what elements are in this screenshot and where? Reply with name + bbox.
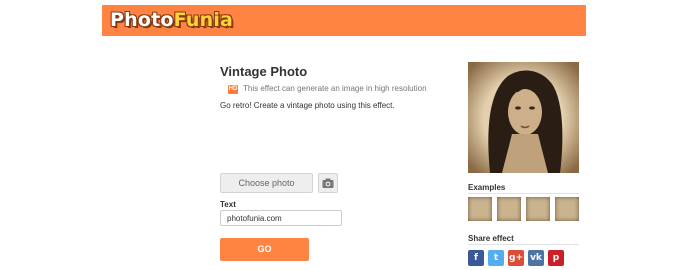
- text-field-label: Text: [220, 200, 236, 209]
- twitter-share-button[interactable]: t: [488, 250, 504, 266]
- choose-photo-button[interactable]: Choose photo: [220, 173, 313, 193]
- vk-share-button[interactable]: vk: [528, 250, 544, 266]
- photofunia-logo[interactable]: PhotoFunia: [110, 8, 233, 32]
- facebook-icon: f: [474, 253, 478, 263]
- share-heading: Share effect: [468, 234, 514, 243]
- effect-preview-image: [468, 62, 579, 173]
- effect-description: Go retro! Create a vintage photo using t…: [220, 101, 395, 110]
- effect-title: Vintage Photo: [220, 64, 308, 79]
- example-thumbnail[interactable]: [468, 197, 492, 221]
- google-plus-icon: g+: [509, 253, 523, 263]
- site-header: PhotoFunia: [102, 5, 586, 36]
- examples-heading: Examples: [468, 183, 506, 192]
- logo-text-funia: Funia: [173, 9, 234, 31]
- pinterest-share-button[interactable]: p: [548, 250, 564, 266]
- text-input[interactable]: [220, 210, 342, 226]
- example-thumbnail[interactable]: [497, 197, 521, 221]
- example-thumbnail[interactable]: [555, 197, 579, 221]
- google-plus-share-button[interactable]: g+: [508, 250, 524, 266]
- examples-divider: [468, 193, 579, 194]
- example-thumbnail[interactable]: [526, 197, 550, 221]
- hd-badge: HD: [228, 85, 238, 94]
- pinterest-icon: p: [552, 253, 560, 263]
- twitter-icon: t: [493, 253, 499, 263]
- logo-text-photo: Photo: [110, 9, 174, 31]
- go-button[interactable]: GO: [220, 238, 309, 261]
- share-divider: [468, 244, 579, 245]
- vk-icon: vk: [530, 253, 542, 263]
- camera-icon: [322, 178, 334, 188]
- hd-notice: This effect can generate an image in hig…: [243, 84, 427, 93]
- webcam-button[interactable]: [318, 173, 338, 193]
- facebook-share-button[interactable]: f: [468, 250, 484, 266]
